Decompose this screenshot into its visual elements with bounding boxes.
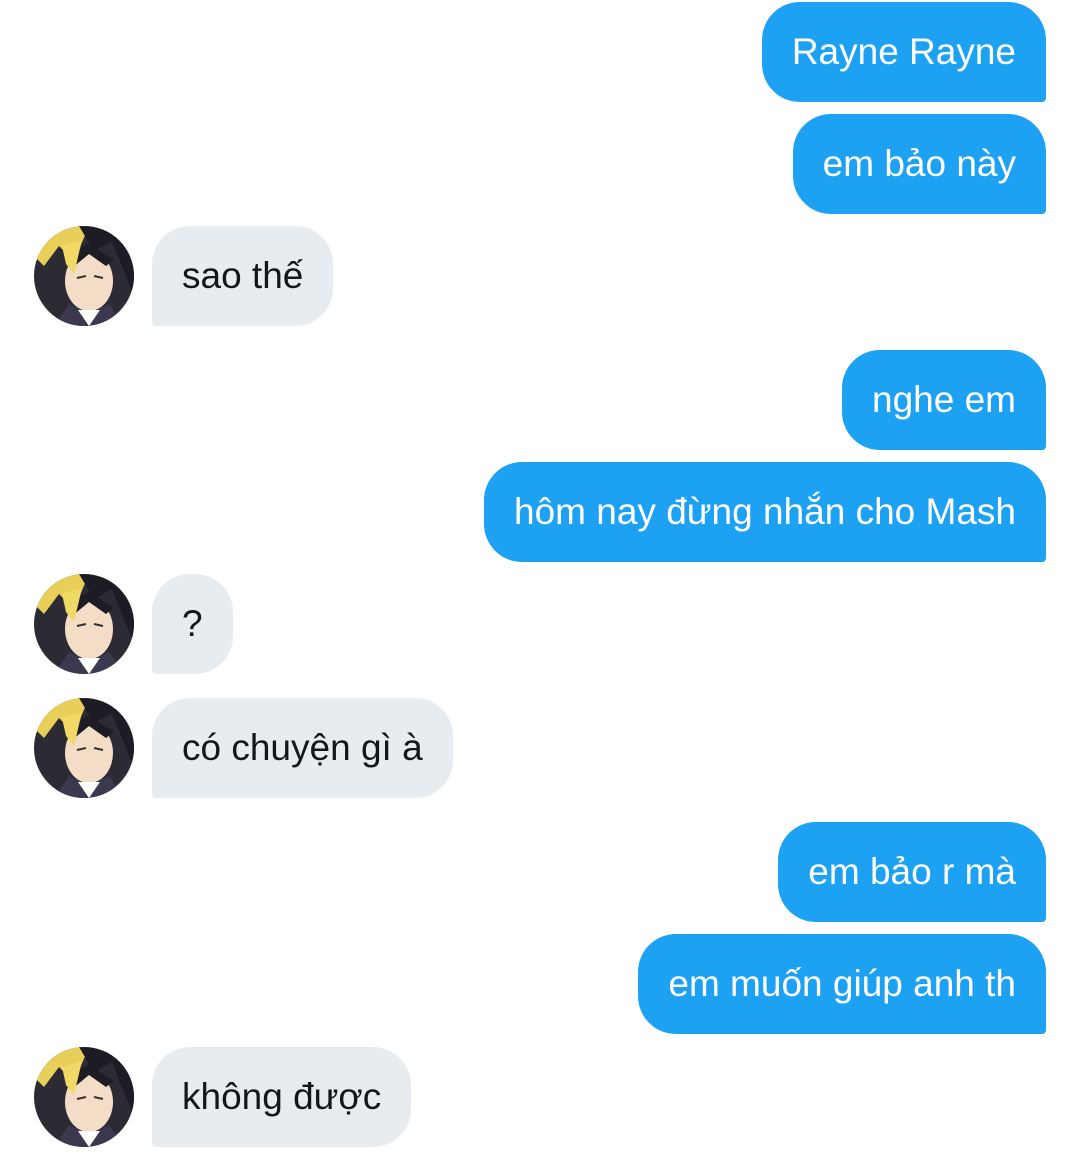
outgoing-message[interactable]: nghe em xyxy=(842,350,1046,450)
anime-character-avatar-icon xyxy=(34,698,134,798)
outgoing-message[interactable]: Rayne Rayne xyxy=(761,2,1046,102)
incoming-message[interactable]: ? xyxy=(152,574,233,674)
avatar[interactable] xyxy=(34,1047,134,1147)
incoming-message[interactable]: không được xyxy=(152,1047,412,1147)
incoming-message[interactable]: có chuyện gì à xyxy=(152,698,453,798)
chat-thread: Rayne Rayne em bảo này sao thế nghe em h… xyxy=(0,0,1080,1167)
outgoing-message[interactable]: hôm nay đừng nhắn cho Mash xyxy=(484,462,1046,562)
avatar[interactable] xyxy=(34,574,134,674)
avatar[interactable] xyxy=(34,226,134,326)
anime-character-avatar-icon xyxy=(34,574,134,674)
anime-character-avatar-icon xyxy=(34,226,134,326)
avatar[interactable] xyxy=(34,698,134,798)
incoming-message[interactable]: sao thế xyxy=(152,226,334,326)
anime-character-avatar-icon xyxy=(34,1047,134,1147)
outgoing-message[interactable]: em bảo này xyxy=(792,114,1046,214)
outgoing-message[interactable]: em bảo r mà xyxy=(778,822,1046,922)
outgoing-message[interactable]: em muốn giúp anh th xyxy=(638,934,1046,1034)
